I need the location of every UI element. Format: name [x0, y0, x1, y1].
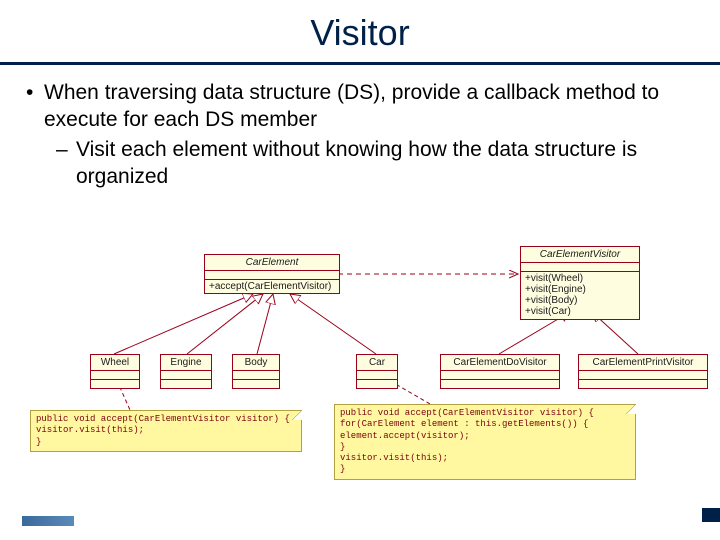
title-rule: [0, 62, 720, 65]
bullet-level2: – Visit each element without knowing how…: [56, 136, 694, 191]
bullet-dash-icon: –: [56, 136, 76, 163]
class-wheel: Wheel: [90, 354, 140, 389]
bullet-dot-icon: •: [26, 79, 44, 106]
uml-diagram: CarElement +accept(CarElementVisitor) Ca…: [0, 246, 720, 526]
slide-title: Visitor: [0, 0, 720, 62]
note-fold-icon: [626, 404, 636, 414]
class-attrs: [205, 271, 339, 280]
class-engine: Engine: [160, 354, 212, 389]
code-line: for(CarElement element : this.getElement…: [340, 419, 630, 430]
code-line: element.accept(visitor);: [340, 431, 630, 442]
footer-stub: [702, 508, 720, 522]
slide: Visitor • When traversing data structure…: [0, 0, 720, 540]
class-name: Body: [233, 355, 279, 371]
op: +visit(Wheel): [525, 273, 635, 284]
code-line: public void accept(CarElementVisitor vis…: [340, 408, 630, 419]
class-car: Car: [356, 354, 398, 389]
class-do-visitor: CarElementDoVisitor: [440, 354, 560, 389]
code-line: public void accept(CarElementVisitor vis…: [36, 414, 296, 425]
code-line: visitor.visit(this);: [36, 425, 296, 436]
code-line: }: [36, 437, 296, 448]
bullet-level1: • When traversing data structure (DS), p…: [26, 79, 694, 134]
class-attrs: [521, 263, 639, 272]
class-name: Engine: [161, 355, 211, 371]
note-car-accept: public void accept(CarElementVisitor vis…: [334, 404, 636, 480]
op: +visit(Body): [525, 295, 635, 306]
class-op: +accept(CarElementVisitor): [205, 280, 339, 293]
code-line: }: [340, 464, 630, 475]
class-car-element-visitor: CarElementVisitor +visit(Wheel) +visit(E…: [520, 246, 640, 320]
bullet-text-1: When traversing data structure (DS), pro…: [44, 79, 694, 134]
class-name: Wheel: [91, 355, 139, 371]
class-name: CarElementVisitor: [521, 247, 639, 263]
class-print-visitor: CarElementPrintVisitor: [578, 354, 708, 389]
class-name: CarElementDoVisitor: [441, 355, 559, 371]
class-name: CarElement: [205, 255, 339, 271]
class-car-element: CarElement +accept(CarElementVisitor): [204, 254, 340, 294]
slide-body: • When traversing data structure (DS), p…: [0, 79, 720, 190]
bullet-text-2: Visit each element without knowing how t…: [76, 136, 694, 191]
class-name: CarElementPrintVisitor: [579, 355, 707, 371]
class-name: Car: [357, 355, 397, 371]
note-fold-icon: [292, 410, 302, 420]
op: +visit(Car): [525, 306, 635, 317]
class-ops: +visit(Wheel) +visit(Engine) +visit(Body…: [521, 272, 639, 319]
op: +visit(Engine): [525, 284, 635, 295]
note-wheel-accept: public void accept(CarElementVisitor vis…: [30, 410, 302, 452]
class-body: Body: [232, 354, 280, 389]
footer-accent: [22, 516, 74, 526]
code-line: }: [340, 442, 630, 453]
code-line: visitor.visit(this);: [340, 453, 630, 464]
